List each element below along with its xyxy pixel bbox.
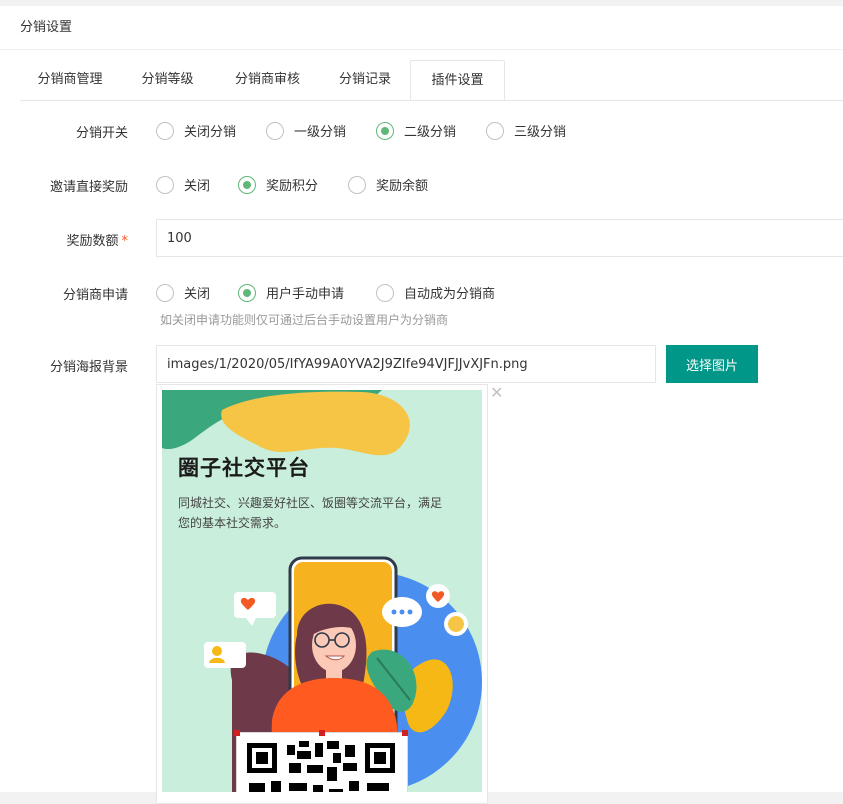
radio-label: 二级分销 xyxy=(404,125,457,140)
radio-label: 用户手动申请 xyxy=(266,287,345,302)
distribution-switch-label: 分销开关 xyxy=(75,126,128,141)
radio-circle xyxy=(156,121,174,140)
radio-label: 关闭 xyxy=(184,179,211,194)
poster-bg-label: 分销海报背景 xyxy=(49,360,128,375)
required-mark: * xyxy=(121,234,129,249)
radio-level-two[interactable]: 二级分销 xyxy=(376,121,456,140)
choose-image-button[interactable]: 选择图片 xyxy=(666,345,758,383)
distributor-apply-hint: 如关闭申请功能则仅可通过后台手动设置用户为分销商 xyxy=(160,313,449,327)
radio-apply-manual[interactable]: 用户手动申请 xyxy=(238,283,344,302)
tab-distributor-management[interactable]: 分销商管理 xyxy=(20,60,120,100)
radio-circle xyxy=(238,175,256,194)
radio-circle xyxy=(376,283,394,302)
tab-distribution-records[interactable]: 分销记录 xyxy=(320,60,410,100)
radio-reward-off[interactable]: 关闭 xyxy=(156,175,210,194)
tab-plugin-settings[interactable]: 插件设置 xyxy=(410,60,505,100)
radio-circle xyxy=(486,121,504,140)
invite-reward-label: 邀请直接奖励 xyxy=(49,180,128,195)
qr-code-placeholder[interactable] xyxy=(234,730,408,792)
radio-label: 一级分销 xyxy=(294,125,347,140)
radio-close-distribution[interactable]: 关闭分销 xyxy=(156,121,236,140)
radio-circle xyxy=(156,283,174,302)
poster-bg-path-input[interactable] xyxy=(156,345,656,383)
tab-bar: 分销商管理 分销等级 分销商审核 分销记录 插件设置 xyxy=(20,60,843,101)
radio-circle xyxy=(348,175,366,194)
radio-label: 三级分销 xyxy=(514,125,567,140)
radio-label: 关闭分销 xyxy=(184,125,237,140)
radio-apply-off[interactable]: 关闭 xyxy=(156,283,210,302)
tab-distributor-review[interactable]: 分销商审核 xyxy=(215,60,320,100)
poster-subtitle: 同城社交、兴趣爱好社区、饭圈等交流平台，满足您的基本社交需求。 xyxy=(178,496,443,530)
radio-apply-auto[interactable]: 自动成为分销商 xyxy=(376,283,495,302)
radio-circle xyxy=(266,121,284,140)
resize-handle[interactable] xyxy=(319,730,325,736)
radio-label: 自动成为分销商 xyxy=(404,287,496,302)
radio-circle xyxy=(238,283,256,302)
radio-circle xyxy=(376,121,394,140)
radio-label: 奖励积分 xyxy=(266,179,319,194)
resize-handle[interactable] xyxy=(234,730,240,736)
reward-amount-label: 奖励数额 * xyxy=(0,230,128,249)
radio-level-three[interactable]: 三级分销 xyxy=(486,121,566,140)
tab-distribution-levels[interactable]: 分销等级 xyxy=(120,60,215,100)
remove-image-icon[interactable]: ✕ xyxy=(490,385,503,401)
radio-label: 奖励余额 xyxy=(376,179,429,194)
qr-code-icon xyxy=(247,741,395,792)
radio-level-one[interactable]: 一级分销 xyxy=(266,121,346,140)
distributor-apply-label: 分销商申请 xyxy=(62,288,128,303)
poster-image: 圈子社交平台 同城社交、兴趣爱好社区、饭圈等交流平台，满足您的基本社交需求。 xyxy=(162,390,482,792)
radio-reward-points[interactable]: 奖励积分 xyxy=(238,175,318,194)
radio-reward-balance[interactable]: 奖励余额 xyxy=(348,175,428,194)
radio-circle xyxy=(156,175,174,194)
poster-title: 圈子社交平台 xyxy=(178,456,310,480)
reward-amount-label-text: 奖励数额 xyxy=(66,234,119,249)
resize-handle[interactable] xyxy=(402,730,408,736)
radio-label: 关闭 xyxy=(184,287,211,302)
page-title: 分销设置 xyxy=(0,6,843,50)
reward-amount-input[interactable] xyxy=(156,219,843,257)
